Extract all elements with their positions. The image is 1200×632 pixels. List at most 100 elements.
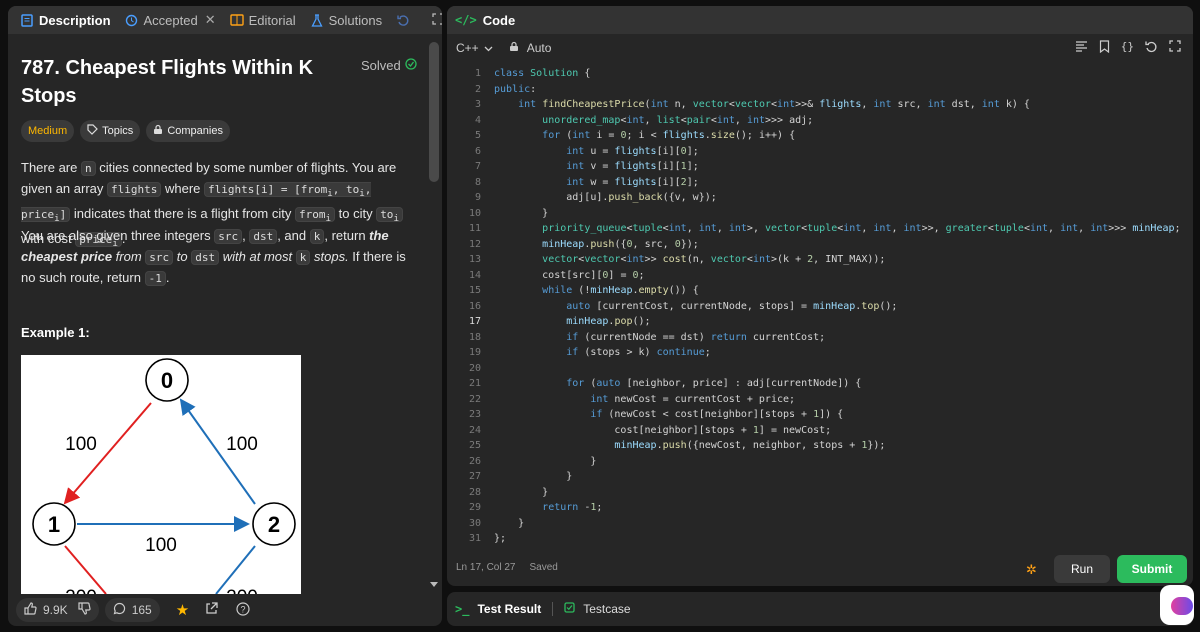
tab-solutions[interactable]: Solutions (306, 6, 386, 34)
run-button[interactable]: Run (1054, 555, 1110, 583)
comments-button[interactable]: 165 (104, 598, 160, 622)
code-line[interactable]: 27 } (447, 469, 1193, 485)
code-text: if (newCost < cost[neighbor][stops + 1])… (590, 409, 844, 420)
code-line[interactable]: 30 } (447, 516, 1193, 532)
code-line[interactable]: 1 class Solution { (447, 66, 1193, 82)
code-line[interactable]: 9 adj[u].push_back({v, w}); (447, 190, 1193, 206)
code-text: } (494, 207, 549, 219)
language-select[interactable]: C++ (456, 41, 493, 55)
tag-icon (87, 124, 98, 138)
emphasis-text: with at most (222, 249, 293, 264)
line-number: 30 (468, 517, 481, 529)
thumbs-up-icon[interactable] (24, 602, 37, 618)
code-text: class Solution { (494, 68, 591, 79)
solved-label: Solved (361, 58, 401, 73)
code-line[interactable]: 31}; (447, 531, 1193, 546)
code-line[interactable]: 8 int w = flights[i][2]; (447, 175, 1193, 191)
tab-editorial[interactable]: Editorial (226, 6, 300, 34)
line-number: 8 (474, 176, 481, 188)
submit-button[interactable]: Submit (1117, 555, 1187, 583)
code-line[interactable]: 5 for (int i = 0; i < flights.size(); i+… (447, 128, 1193, 144)
text: There are (21, 160, 81, 175)
description-scrollbar[interactable] (426, 34, 442, 594)
brain-icon (1171, 597, 1193, 615)
code-line[interactable]: 28 } (447, 485, 1193, 501)
line-number: 6 (474, 145, 481, 157)
code-line[interactable]: 10 } (447, 206, 1193, 222)
inline-code: dst (249, 229, 278, 244)
text: where (161, 181, 204, 196)
code-line[interactable]: 2 public: (447, 82, 1193, 98)
code-text: return -1; (542, 502, 603, 513)
text: to city (335, 206, 377, 222)
assistant-brain-button[interactable] (1160, 585, 1194, 625)
book-icon (229, 13, 244, 27)
code-line[interactable]: 16 auto [currentCost, currentNode, stops… (447, 299, 1193, 315)
problem-description: 787. Cheapest Flights Within K Stops Sol… (21, 34, 426, 594)
line-number: 20 (468, 362, 481, 374)
code-line[interactable]: 20 (447, 361, 1193, 377)
code-text: to (380, 208, 394, 222)
bookmark-icon[interactable] (1099, 40, 1110, 56)
tab-submissions[interactable] (392, 6, 414, 34)
code-line[interactable]: 4 unordered_map<int, list<pair<int, int>… (447, 113, 1193, 129)
code-line[interactable]: 14 cost[src][0] = 0; (447, 268, 1193, 284)
code-line[interactable]: 26 } (447, 454, 1193, 470)
expand-icon[interactable] (432, 12, 442, 28)
code-line[interactable]: 29 return -1; (447, 500, 1193, 516)
lock-icon (509, 41, 519, 55)
close-icon[interactable]: ✕ (205, 12, 216, 28)
code-editor[interactable]: 1 class Solution { 2 public: 3 int findCheap… (447, 66, 1193, 546)
code-line[interactable]: 22 int newCost = currentCost + price; (447, 392, 1193, 408)
reset-icon[interactable] (1145, 40, 1158, 56)
code-line[interactable]: 6 int u = flights[i][0]; (447, 144, 1193, 160)
tab-test-result[interactable]: Test Result (477, 602, 541, 616)
line-number: 1 (474, 68, 481, 79)
help-icon[interactable]: ? (236, 601, 250, 619)
code-text: } (494, 471, 573, 482)
tab-testcase[interactable]: Testcase (583, 602, 630, 616)
maximize-icon[interactable] (1169, 40, 1181, 56)
topics-button[interactable]: Topics (80, 120, 141, 142)
code-text: } (494, 455, 597, 467)
graph-svg: 0 1 2 100 100 100 200 200 (32, 358, 296, 594)
line-number: 13 (468, 254, 481, 265)
code-line[interactable]: 23 if (newCost < cost[neighbor][stops + … (447, 407, 1193, 423)
code-line[interactable]: 7 int v = flights[i][1]; (447, 159, 1193, 175)
svg-text:?: ? (241, 604, 246, 614)
tab-accepted[interactable]: Accepted ✕ (121, 6, 220, 34)
code-text: int u = flights[i][0]; (566, 145, 699, 157)
code-line[interactable]: 19 if (stops > k) continue; (447, 345, 1193, 361)
edge-label: 200 (65, 587, 97, 594)
code-title: Code (482, 12, 516, 28)
code-line[interactable]: 11 priority_queue<tuple<int, int, int>, … (447, 221, 1193, 237)
code-text: for (int i = 0; i < flights.size(); i++)… (542, 130, 796, 141)
line-number: 3 (474, 99, 481, 110)
scroll-down-arrow-icon[interactable] (430, 582, 438, 587)
scrollbar-thumb[interactable] (429, 42, 439, 182)
code-line[interactable]: 15 while (!minHeap.empty()) { (447, 283, 1193, 299)
thumbs-down-icon[interactable] (78, 602, 91, 618)
companies-button[interactable]: Companies (146, 120, 230, 142)
code-line[interactable]: 24 cost[neighbor][stops + 1] = newCost; (447, 423, 1193, 439)
code-line[interactable]: 3 int findCheapestPrice(int n, vector<ve… (447, 97, 1193, 113)
star-icon[interactable]: ★ (176, 601, 189, 619)
editor-toolbar: C++ Auto {} (447, 34, 1193, 62)
debug-icon[interactable]: ✲ (1026, 562, 1037, 578)
editor-actions: {} (1075, 40, 1181, 56)
code-line[interactable]: 18 if (currentNode == dst) return curren… (447, 330, 1193, 346)
code-line[interactable]: 25 minHeap.push({newCost, neighbor, stop… (447, 438, 1193, 454)
format-icon[interactable] (1075, 40, 1088, 56)
node-0: 0 (145, 358, 189, 402)
share-icon[interactable] (205, 602, 218, 618)
code-line[interactable]: 17 minHeap.pop(); (447, 314, 1193, 330)
node-label: 2 (268, 512, 280, 537)
code-line[interactable]: 21 for (auto [neighbor, price] : adj[cur… (447, 376, 1193, 392)
mode-label[interactable]: Auto (527, 41, 552, 55)
tab-description[interactable]: Description (16, 6, 115, 34)
difficulty-badge[interactable]: Medium (21, 120, 75, 142)
code-line[interactable]: 12 minHeap.push({0, src, 0}); (447, 237, 1193, 253)
code-line[interactable]: 13 vector<vector<int>> cost(n, vector<in… (447, 252, 1193, 268)
emphasis-text: from (115, 249, 142, 264)
braces-icon[interactable]: {} (1121, 40, 1134, 56)
